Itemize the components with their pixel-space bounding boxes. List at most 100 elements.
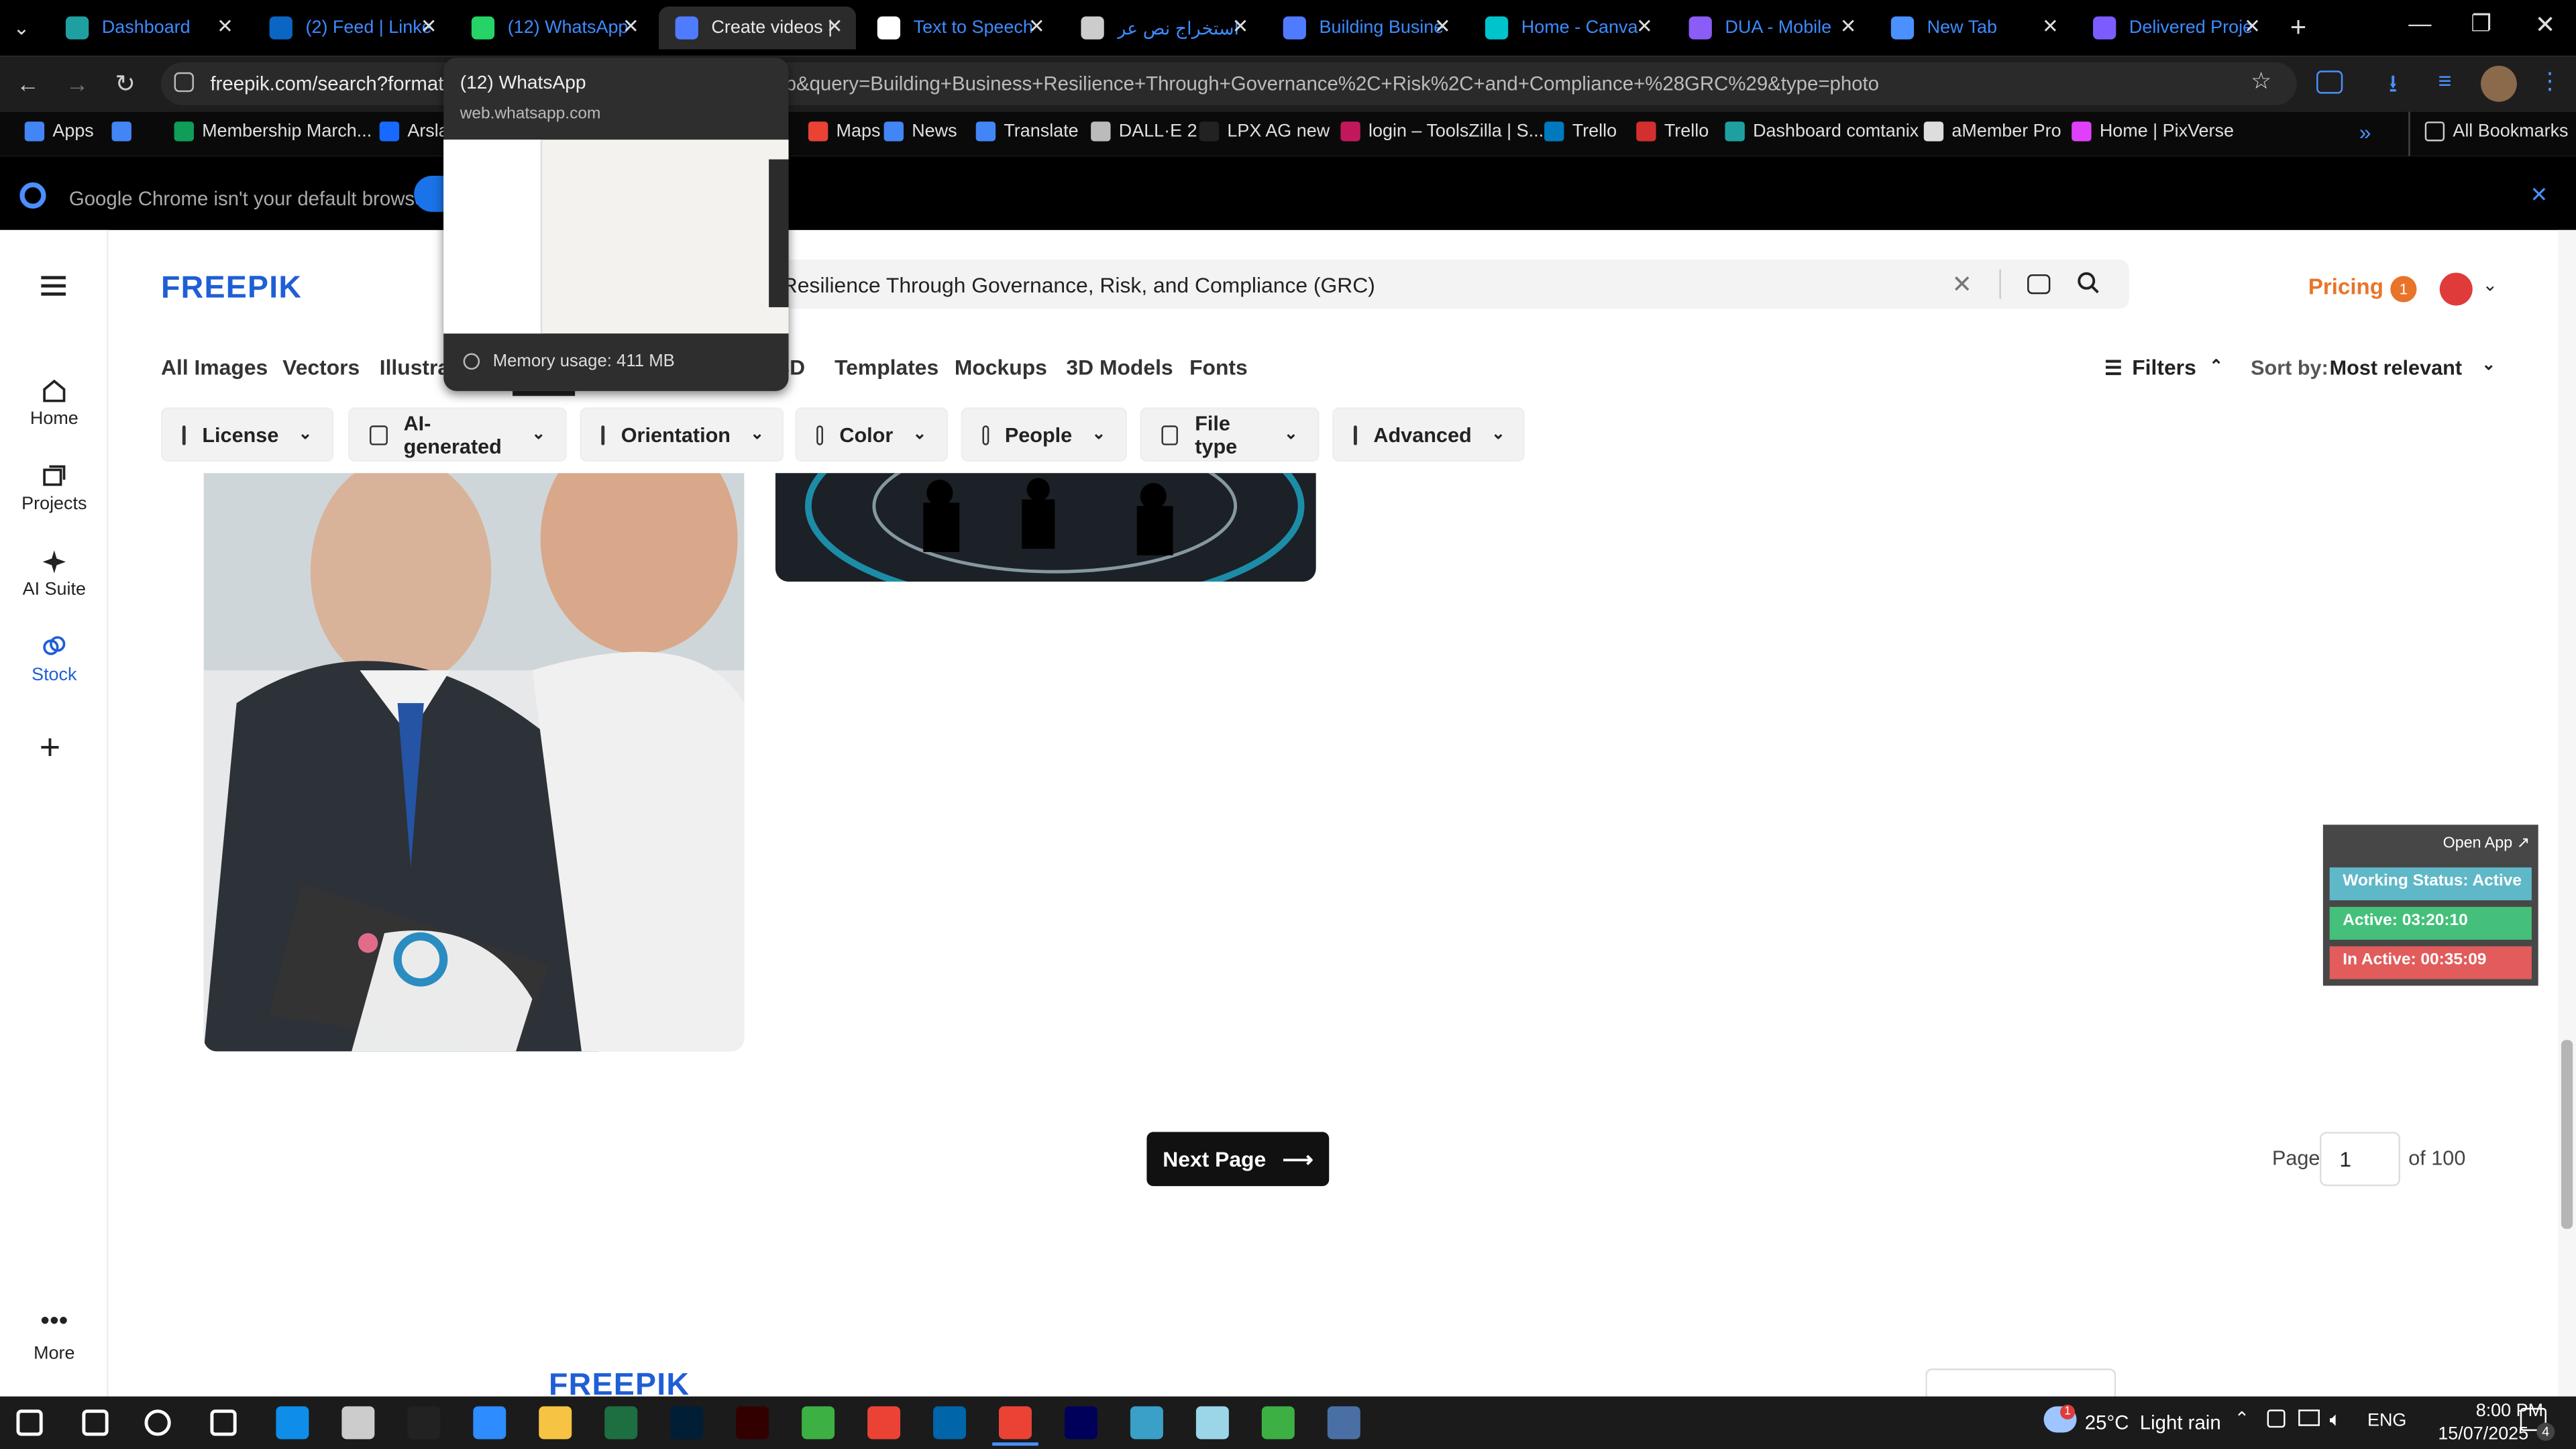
new-tab-button[interactable]: + — [2290, 11, 2306, 44]
chrome-menu-icon[interactable]: ⋮ — [2538, 67, 2561, 95]
browser-tab[interactable]: Text to Speech ✕ — [861, 7, 1058, 50]
tab-close-icon[interactable]: ✕ — [1434, 15, 1451, 38]
search-input[interactable]: Resilience Through Governance, Risk, and… — [782, 273, 1375, 298]
green-app-2-icon[interactable] — [1261, 1406, 1295, 1440]
browser-tab[interactable]: Building Business✕ — [1267, 7, 1464, 50]
account-chevron-icon[interactable]: ⌄ — [2482, 274, 2498, 295]
bookmark-item[interactable]: DALL·E 2 — [1091, 121, 1197, 142]
tab-close-icon[interactable]: ✕ — [826, 15, 843, 38]
sidebar-item-home[interactable]: Home — [0, 378, 109, 429]
site-info-icon[interactable] — [174, 72, 194, 93]
tab-close-icon[interactable]: ✕ — [1028, 15, 1045, 38]
scrollbar-thumb[interactable] — [2561, 1040, 2573, 1229]
volume-icon[interactable]: 🔈︎ — [2330, 1408, 2342, 1433]
bookmark-item[interactable]: Maps — [808, 121, 880, 142]
filter-ai-generated-button[interactable]: AI-generated ⌄ — [348, 407, 567, 462]
photoshop-icon[interactable] — [670, 1406, 704, 1440]
nav-tab-fonts[interactable]: Fonts — [1189, 355, 1248, 380]
terminal-icon[interactable] — [407, 1406, 441, 1440]
camera-search-icon[interactable] — [2027, 274, 2051, 294]
windows-start-icon[interactable] — [16, 1409, 43, 1436]
add-icon[interactable]: + — [40, 729, 60, 765]
cortana-icon[interactable] — [144, 1409, 171, 1436]
nav-tab-mockups[interactable]: Mockups — [955, 355, 1047, 380]
bookmark-item[interactable]: LPX AG new — [1199, 121, 1330, 142]
bookmark-item[interactable]: Arsla — [379, 121, 449, 142]
filter-license-button[interactable]: License ⌄ — [161, 407, 334, 462]
bookmarks-overflow-icon[interactable]: » — [2359, 120, 2371, 145]
bookmark-item[interactable]: login – ToolsZilla | S... — [1340, 121, 1544, 142]
illustrator-icon[interactable] — [736, 1406, 769, 1440]
download-icon[interactable]: ⭳ — [2389, 67, 2398, 108]
sidebar-item-ai-suite[interactable]: AI Suite — [0, 549, 109, 600]
bookmark-item[interactable]: News — [883, 121, 957, 142]
bookmark-item[interactable]: Apps — [24, 121, 94, 142]
search-bar[interactable]: Resilience Through Governance, Risk, and… — [772, 259, 2129, 309]
bookmark-item[interactable]: Membership March... — [174, 121, 372, 142]
nav-tab-illustrations[interactable]: Illustrations — [380, 355, 445, 380]
banner-close-icon[interactable]: ✕ — [2530, 182, 2548, 209]
filter-orientation-button[interactable]: Orientation ⌄ — [580, 407, 784, 462]
forward-icon[interactable]: → — [66, 70, 89, 97]
network-icon[interactable] — [2298, 1409, 2320, 1426]
nav-tab-templates[interactable]: Templates — [835, 355, 938, 380]
restore-button[interactable]: ❐ — [2471, 10, 2491, 38]
bookmark-item[interactable]: Translate — [975, 121, 1079, 142]
tab-close-icon[interactable]: ✕ — [623, 15, 639, 38]
page-scrollbar[interactable] — [2558, 229, 2576, 1397]
browser-tab[interactable]: Home - Canva ✕ — [1468, 7, 1666, 50]
hamburger-menu-icon[interactable] — [41, 276, 67, 296]
nav-tab-3d-models[interactable]: 3D Models — [1066, 355, 1173, 380]
app-paper-icon[interactable] — [1195, 1406, 1229, 1440]
open-app-link[interactable]: Open App ↗ — [2443, 835, 2530, 853]
bookmark-item[interactable]: Dashboard comtanix — [1725, 121, 1919, 142]
tray-chevron-icon[interactable]: ⌃ — [2235, 1408, 2250, 1429]
search-icon[interactable] — [82, 1409, 109, 1436]
calculator-icon[interactable] — [1327, 1406, 1360, 1440]
chrome-icon[interactable] — [867, 1406, 901, 1440]
nav-tab-vectors[interactable]: Vectors — [282, 355, 360, 380]
page-number-input[interactable]: 1 — [2319, 1132, 2400, 1187]
sidebar-item-stock[interactable]: Stock — [0, 634, 109, 685]
clock-date[interactable]: 15/07/2025 — [2438, 1424, 2528, 1444]
edge-icon[interactable] — [276, 1406, 309, 1440]
zoom-icon[interactable] — [473, 1406, 506, 1440]
filter-people-button[interactable]: People ⌄ — [961, 407, 1128, 462]
result-image-network[interactable] — [775, 473, 1316, 582]
file-explorer-icon[interactable] — [539, 1406, 572, 1440]
chrome-active-icon[interactable] — [998, 1406, 1032, 1440]
next-page-button[interactable]: Next Page ⟶ — [1146, 1132, 1330, 1187]
sidebar-item-more[interactable]: ••• More — [0, 1309, 109, 1364]
result-image-businessmen[interactable] — [203, 473, 745, 1052]
browser-tab[interactable]: New Tab ✕ — [1874, 7, 2072, 50]
tab-search-chevron-icon[interactable]: ⌄ — [13, 16, 30, 39]
clear-search-icon[interactable]: ✕ — [1951, 270, 1972, 299]
tab-close-icon[interactable]: ✕ — [217, 15, 233, 38]
back-icon[interactable]: ← — [16, 70, 39, 97]
filters-toggle[interactable]: ☰ Filters ⌃ — [2104, 355, 2223, 380]
minimize-button[interactable]: — — [2408, 10, 2431, 36]
vscode-icon[interactable] — [933, 1406, 967, 1440]
search-icon[interactable] — [2077, 271, 2100, 294]
browser-tab[interactable]: استخراج نص عر ✕ — [1065, 7, 1262, 50]
task-view-icon[interactable] — [210, 1409, 237, 1436]
freepik-logo[interactable]: FREEPIK — [161, 271, 302, 307]
browser-tab[interactable]: Create videos | ✕ — [659, 6, 856, 50]
browser-tab[interactable]: Delivered Proje ✕ — [2077, 7, 2274, 50]
bookmark-item[interactable]: Home | PixVerse — [2072, 121, 2234, 142]
weather-text[interactable]: 25°C Light rain — [2085, 1411, 2221, 1434]
tray-app-icon[interactable] — [2267, 1409, 2286, 1428]
tab-close-icon[interactable]: ✕ — [1636, 15, 1653, 38]
browser-tab[interactable]: (12) WhatsApp ✕ — [455, 7, 652, 50]
browser-tab[interactable]: (2) Feed | LinkedIn✕ — [253, 7, 450, 50]
all-bookmarks-button[interactable]: All Bookmarks — [2424, 121, 2569, 142]
close-window-button[interactable]: ✕ — [2535, 10, 2556, 40]
media-control-icon[interactable]: ≡ — [2438, 67, 2451, 93]
nav-tab-all-images[interactable]: All Images — [161, 355, 268, 380]
reload-icon[interactable]: ↻ — [115, 69, 136, 99]
tab-close-icon[interactable]: ✕ — [421, 15, 437, 38]
notification-badge[interactable]: 1 — [2390, 276, 2417, 303]
tab-close-icon[interactable]: ✕ — [2244, 15, 2261, 38]
tab-close-icon[interactable]: ✕ — [1840, 15, 1857, 38]
sidebar-item-projects[interactable]: Projects — [0, 464, 109, 515]
